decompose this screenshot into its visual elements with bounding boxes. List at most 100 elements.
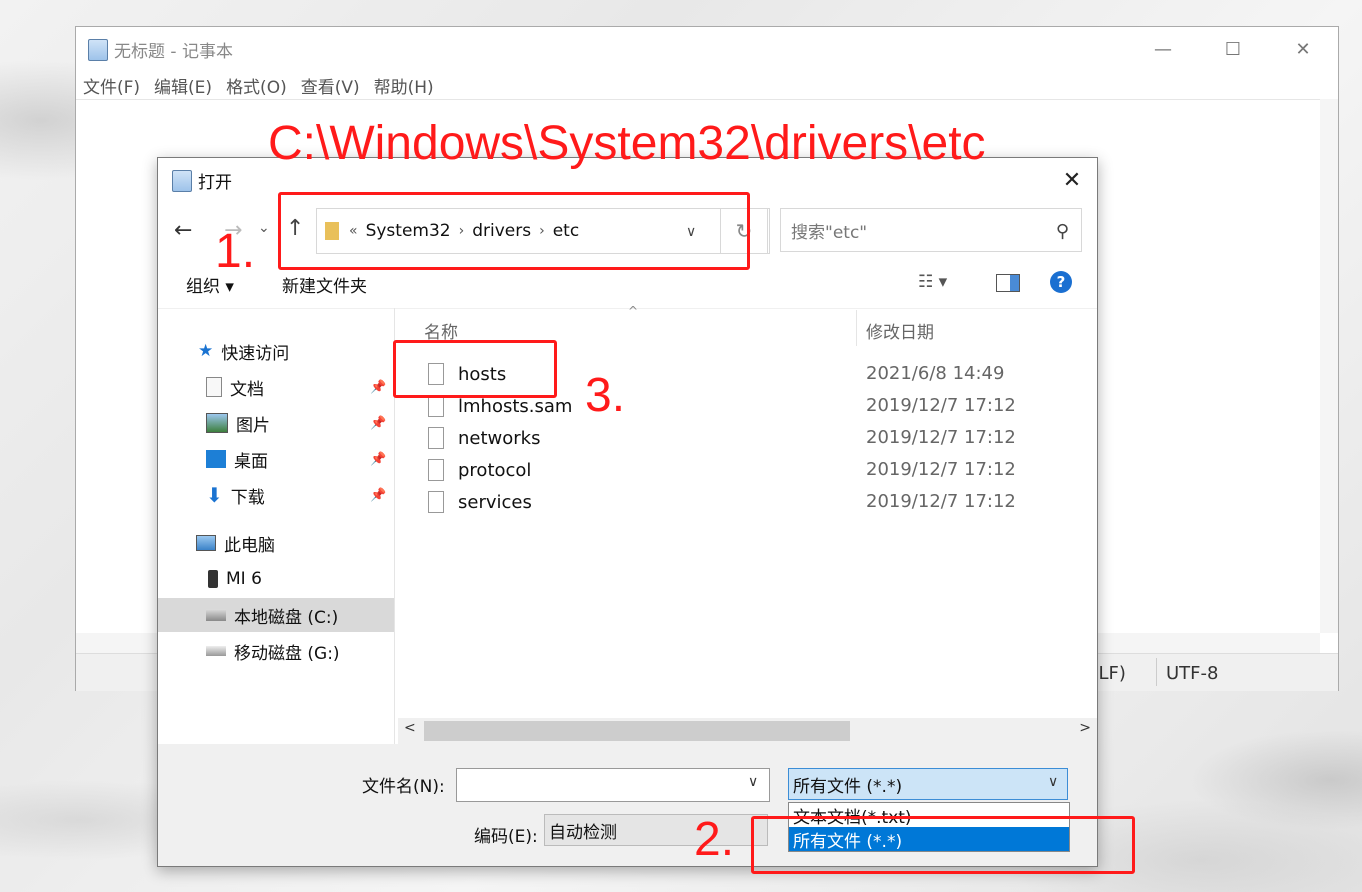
notepad-icon [88, 38, 108, 61]
view-options-icon[interactable]: ☷ ▾ [918, 272, 947, 292]
sidebar-label: 移动磁盘 (G:) [234, 643, 340, 664]
sidebar-item-pictures[interactable]: 图片 📌 [206, 406, 394, 440]
file-date: 2019/12/7 17:12 [866, 395, 1016, 416]
star-icon: ★ [198, 341, 214, 361]
minimize-icon[interactable]: — [1128, 27, 1198, 71]
menu-view[interactable]: 查看(V) [301, 73, 360, 98]
sidebar-label: 下载 [230, 487, 265, 508]
sidebar-item-mi6[interactable]: MI 6 [208, 562, 394, 596]
sidebar-item-desktop[interactable]: 桌面 📌 [206, 442, 394, 476]
menu-help[interactable]: 帮助(H) [374, 73, 434, 98]
file-name: networks [458, 427, 541, 449]
pin-icon[interactable]: 📌 [370, 488, 386, 503]
sidebar-label: 图片 [236, 415, 270, 436]
sort-ascending-icon: ^ [628, 304, 639, 318]
picture-icon [206, 413, 228, 433]
status-encoding: UTF-8 [1166, 663, 1219, 684]
column-header-date[interactable]: 修改日期 [866, 318, 934, 343]
sidebar-label: 本地磁盘 (C:) [234, 607, 339, 628]
file-list-horizontal-scrollbar[interactable]: < > [398, 718, 1097, 744]
scrollbar-thumb[interactable] [424, 721, 850, 741]
scroll-left-icon[interactable]: < [404, 720, 416, 736]
menu-edit[interactable]: 编辑(E) [154, 73, 212, 98]
status-divider [1156, 658, 1157, 686]
document-icon [206, 377, 222, 397]
file-date: 2021/6/8 14:49 [866, 363, 1005, 384]
search-icon: ⚲ [1055, 221, 1069, 242]
computer-icon [196, 535, 216, 551]
annotation-highlight-hosts [393, 340, 557, 398]
close-icon[interactable]: ✕ [1268, 27, 1338, 71]
annotation-step-2: 2. [694, 813, 735, 866]
file-name: lmhosts.sam [458, 395, 573, 417]
help-icon[interactable]: ? [1050, 271, 1072, 293]
dialog-title: 打开 [172, 168, 232, 193]
sidebar-item-documents[interactable]: 文档 📌 [206, 370, 394, 404]
file-date: 2019/12/7 17:12 [866, 427, 1016, 448]
menu-file[interactable]: 文件(F) [83, 73, 140, 98]
close-icon[interactable]: ✕ [1047, 158, 1097, 202]
navigation-pane: ★ 快速访问 文档 📌 图片 📌 桌面 📌 ⬇ 下载 📌 此电脑 MI 6 本地… [158, 308, 395, 744]
notepad-title: 无标题 - 记事本 [88, 37, 233, 62]
encoding-select[interactable]: 自动检测 [544, 814, 768, 846]
encoding-value: 自动检测 [549, 822, 617, 843]
dialog-title-text: 打开 [198, 173, 232, 193]
file-icon [428, 491, 444, 513]
sidebar-label: 桌面 [234, 451, 268, 472]
pin-icon[interactable]: 📌 [370, 416, 386, 431]
chevron-down-icon[interactable]: ∨ [1048, 774, 1058, 790]
back-arrow-icon[interactable]: ← [174, 218, 192, 243]
usb-drive-icon [206, 646, 226, 656]
maximize-icon[interactable]: ☐ [1198, 27, 1268, 71]
notepad-window-controls: — ☐ ✕ [1128, 27, 1338, 71]
filetype-selected-value: 所有文件 (*.*) [793, 776, 903, 797]
preview-pane-icon[interactable] [996, 274, 1020, 292]
chevron-down-icon[interactable]: ∨ [748, 774, 758, 790]
file-icon [428, 459, 444, 481]
scroll-right-icon[interactable]: > [1079, 720, 1091, 736]
notepad-title-text: 无标题 - 记事本 [114, 42, 233, 62]
menu-format[interactable]: 格式(O) [226, 73, 287, 98]
phone-icon [208, 570, 218, 588]
drive-icon [206, 609, 226, 621]
encoding-label: 编码(E): [474, 827, 538, 847]
desktop-icon [206, 450, 226, 468]
file-date: 2019/12/7 17:12 [866, 491, 1016, 512]
sidebar-label: MI 6 [226, 569, 262, 589]
file-row-services[interactable]: services [428, 486, 532, 518]
pin-icon[interactable]: 📌 [370, 452, 386, 467]
download-arrow-icon: ⬇ [206, 483, 223, 507]
sidebar-label: 快速访问 [221, 343, 290, 364]
sidebar-item-downloads[interactable]: ⬇ 下载 📌 [206, 478, 394, 512]
filename-label: 文件名(N): [362, 777, 445, 797]
file-row-protocol[interactable]: protocol [428, 454, 531, 486]
notepad-menu-bar: 文件(F) 编辑(E) 格式(O) 查看(V) 帮助(H) [83, 73, 434, 98]
file-name: protocol [458, 459, 532, 481]
notepad-icon [172, 169, 192, 192]
search-placeholder: 搜索"etc" [791, 222, 868, 243]
notepad-vertical-scrollbar[interactable] [1320, 99, 1338, 633]
pin-icon[interactable]: 📌 [370, 380, 386, 395]
file-date: 2019/12/7 17:12 [866, 459, 1016, 480]
sidebar-item-local-disk[interactable]: 本地磁盘 (C:) [158, 598, 394, 632]
annotation-step-1: 1. [215, 225, 256, 278]
sidebar-item-this-pc[interactable]: 此电脑 [196, 526, 394, 560]
annotation-path: C:\Windows\System32\drivers\etc [268, 117, 986, 170]
sidebar-item-removable-disk[interactable]: 移动磁盘 (G:) [206, 634, 394, 668]
file-icon [428, 395, 444, 417]
annotation-step-3: 3. [585, 369, 626, 422]
column-divider[interactable] [856, 310, 857, 346]
new-folder-button[interactable]: 新建文件夹 [282, 272, 367, 297]
filename-input[interactable] [456, 768, 770, 802]
filetype-select[interactable]: 所有文件 (*.*) [788, 768, 1068, 800]
file-row-networks[interactable]: networks [428, 422, 540, 454]
annotation-highlight-address [278, 192, 750, 270]
file-name: services [458, 491, 532, 513]
file-icon [428, 427, 444, 449]
sidebar-item-quick-access[interactable]: ★ 快速访问 [198, 334, 394, 368]
sidebar-label: 文档 [230, 379, 264, 400]
sidebar-label: 此电脑 [224, 535, 275, 556]
annotation-highlight-filetype [751, 816, 1135, 874]
chevron-down-icon[interactable]: ⌄ [258, 220, 270, 236]
search-input[interactable]: 搜索"etc" ⚲ [780, 208, 1082, 252]
